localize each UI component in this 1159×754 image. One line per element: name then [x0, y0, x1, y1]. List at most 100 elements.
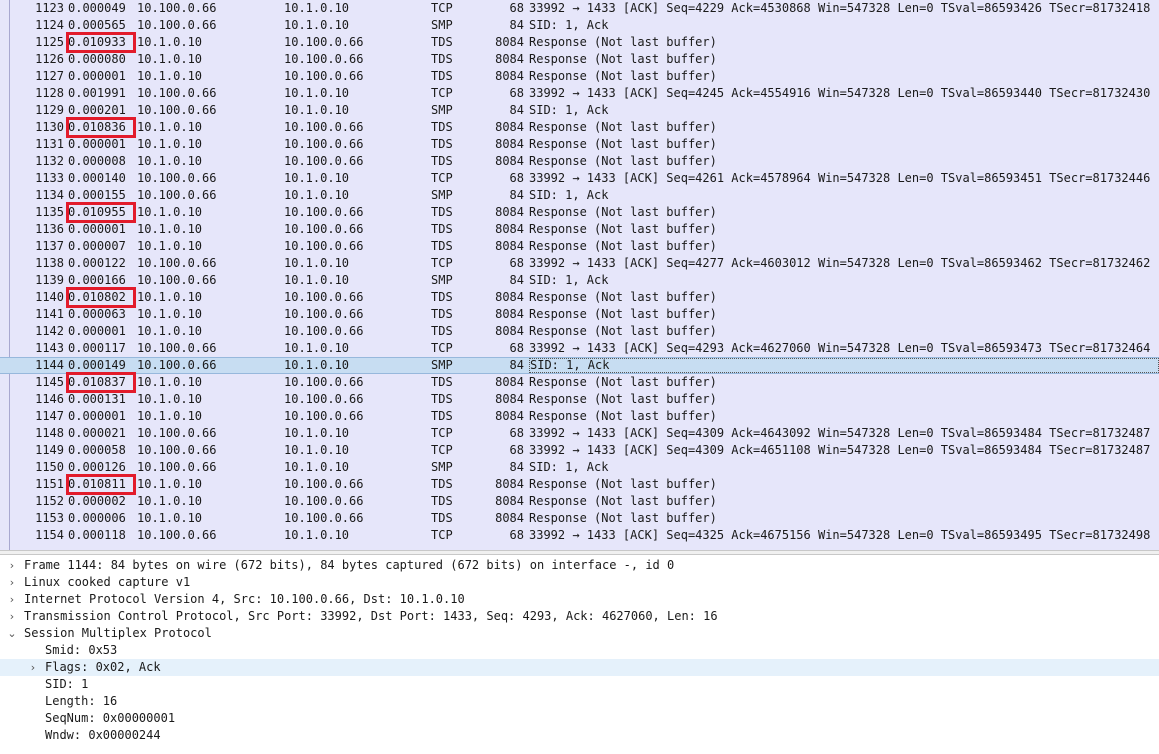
packet-protocol: TDS — [431, 324, 453, 338]
packet-row[interactable]: 1130 0.010836 10.1.0.10 10.100.0.66 TDS 8084 R… — [0, 117, 1159, 138]
packet-row[interactable]: 1141 0.000063 10.1.0.10 10.100.0.66 TDS 8084 R… — [0, 306, 1159, 323]
packet-row[interactable]: 1139 0.000166 10.100.0.66 10.1.0.10 SMP 84 SID… — [0, 272, 1159, 289]
packet-info: 33992 → 1433 [ACK] Seq=4325 Ack=4675156 … — [529, 528, 1151, 542]
packet-time: 0.000166 — [68, 273, 126, 287]
packet-row[interactable]: 1136 0.000001 10.1.0.10 10.100.0.66 TDS 8084 R… — [0, 221, 1159, 238]
packet-info: Response (Not last buffer) — [529, 477, 717, 491]
detail-row[interactable]: › Linux cooked capture v1 — [0, 574, 1159, 591]
chevron-down-icon[interactable]: ⌄ — [6, 625, 18, 642]
packet-row[interactable]: 1147 0.000001 10.1.0.10 10.100.0.66 TDS 8084 R… — [0, 408, 1159, 425]
packet-protocol: TDS — [431, 239, 453, 253]
packet-row-selected[interactable]: 1144 0.000149 10.100.0.66 10.1.0.10 SMP 84 SID… — [0, 357, 1159, 374]
detail-row[interactable]: SID: 1 — [0, 676, 1159, 693]
packet-destination: 10.1.0.10 — [284, 103, 350, 117]
packet-info: Response (Not last buffer) — [529, 494, 717, 508]
packet-row[interactable]: 1148 0.000021 10.100.0.66 10.1.0.10 TCP 68 339… — [0, 425, 1159, 442]
packet-row[interactable]: 1154 0.000118 10.100.0.66 10.1.0.10 TCP 68 339… — [0, 527, 1159, 544]
packet-row[interactable]: 1123 0.000049 10.100.0.66 10.1.0.10 TCP 68 339… — [0, 0, 1159, 17]
packet-info: Response (Not last buffer) — [529, 205, 717, 219]
packet-source: 10.1.0.10 — [137, 239, 203, 253]
packet-number: 1148 — [35, 426, 64, 440]
packet-number: 1135 — [35, 205, 64, 219]
packet-info: Response (Not last buffer) — [529, 154, 717, 168]
packet-number: 1145 — [35, 375, 64, 389]
packet-list[interactable]: 1123 0.000049 10.100.0.66 10.1.0.10 TCP 68 339… — [0, 0, 1159, 550]
packet-details-tree[interactable]: › Frame 1144: 84 bytes on wire (672 bits)… — [0, 555, 1159, 754]
packet-time: 0.000063 — [68, 307, 126, 321]
packet-protocol: TCP — [431, 86, 453, 100]
detail-row[interactable]: › Transmission Control Protocol, Src Port… — [0, 608, 1159, 625]
detail-row[interactable]: › Frame 1144: 84 bytes on wire (672 bits)… — [0, 557, 1159, 574]
packet-length: 84 — [509, 18, 524, 32]
packet-number: 1125 — [35, 35, 64, 49]
packet-protocol: TCP — [431, 341, 453, 355]
packet-time: 0.000007 — [68, 239, 126, 253]
packet-destination: 10.100.0.66 — [284, 239, 364, 253]
packet-number: 1123 — [35, 1, 64, 15]
packet-row[interactable]: 1131 0.000001 10.1.0.10 10.100.0.66 TDS 8084 R… — [0, 136, 1159, 153]
packet-source: 10.100.0.66 — [137, 188, 217, 202]
packet-row[interactable]: 1125 0.010933 10.1.0.10 10.100.0.66 TDS 8084 R… — [0, 32, 1159, 53]
detail-row[interactable]: Length: 16 — [0, 693, 1159, 710]
packet-row[interactable]: 1142 0.000001 10.1.0.10 10.100.0.66 TDS 8084 R… — [0, 323, 1159, 340]
packet-length: 8084 — [495, 375, 524, 389]
packet-row[interactable]: 1149 0.000058 10.100.0.66 10.1.0.10 TCP 68 339… — [0, 442, 1159, 459]
detail-row[interactable]: Smid: 0x53 — [0, 642, 1159, 659]
packet-row[interactable]: 1126 0.000080 10.1.0.10 10.100.0.66 TDS 8084 R… — [0, 51, 1159, 68]
packet-length: 84 — [509, 358, 524, 372]
chevron-right-icon[interactable]: › — [6, 574, 18, 591]
detail-text: Linux cooked capture v1 — [24, 575, 191, 589]
chevron-right-icon[interactable]: › — [6, 557, 18, 574]
chevron-right-icon[interactable]: › — [6, 591, 18, 608]
detail-text: SID: 1 — [45, 677, 89, 691]
packet-row[interactable]: 1138 0.000122 10.100.0.66 10.1.0.10 TCP 68 339… — [0, 255, 1159, 272]
packet-time-highlighted: 0.010802 — [66, 287, 136, 308]
packet-row[interactable]: 1145 0.010837 10.1.0.10 10.100.0.66 TDS 8084 R… — [0, 372, 1159, 393]
packet-row[interactable]: 1151 0.010811 10.1.0.10 10.100.0.66 TDS 8084 R… — [0, 474, 1159, 495]
packet-destination: 10.100.0.66 — [284, 375, 364, 389]
packet-row[interactable]: 1128 0.001991 10.100.0.66 10.1.0.10 TCP 68 339… — [0, 85, 1159, 102]
packet-number: 1131 — [35, 137, 64, 151]
detail-row[interactable]: ⌄ Session Multiplex Protocol — [0, 625, 1159, 642]
packet-destination: 10.100.0.66 — [284, 409, 364, 423]
packet-row[interactable]: 1129 0.000201 10.100.0.66 10.1.0.10 SMP 84 SID… — [0, 102, 1159, 119]
packet-row[interactable]: 1140 0.010802 10.1.0.10 10.100.0.66 TDS 8084 R… — [0, 287, 1159, 308]
packet-info: Response (Not last buffer) — [529, 307, 717, 321]
packet-row[interactable]: 1133 0.000140 10.100.0.66 10.1.0.10 TCP 68 339… — [0, 170, 1159, 187]
packet-destination: 10.100.0.66 — [284, 307, 364, 321]
packet-row[interactable]: 1132 0.000008 10.1.0.10 10.100.0.66 TDS 8084 R… — [0, 153, 1159, 170]
packet-time: 0.000126 — [68, 460, 126, 474]
packet-source: 10.1.0.10 — [137, 52, 203, 66]
packet-time-highlighted: 0.010837 — [66, 372, 136, 393]
chevron-right-icon[interactable]: › — [27, 659, 39, 676]
packet-length: 84 — [509, 460, 524, 474]
packet-row[interactable]: 1153 0.000006 10.1.0.10 10.100.0.66 TDS 8084 R… — [0, 510, 1159, 527]
packet-row[interactable]: 1152 0.000002 10.1.0.10 10.100.0.66 TDS 8084 R… — [0, 493, 1159, 510]
packet-protocol: TDS — [431, 137, 453, 151]
packet-number: 1154 — [35, 528, 64, 542]
packet-row[interactable]: 1124 0.000565 10.100.0.66 10.1.0.10 SMP 84 SID… — [0, 17, 1159, 34]
packet-row[interactable]: 1143 0.000117 10.100.0.66 10.1.0.10 TCP 68 339… — [0, 340, 1159, 357]
detail-row[interactable]: SeqNum: 0x00000001 — [0, 710, 1159, 727]
packet-row[interactable]: 1135 0.010955 10.1.0.10 10.100.0.66 TDS 8084 R… — [0, 202, 1159, 223]
detail-row[interactable]: › Internet Protocol Version 4, Src: 10.10… — [0, 591, 1159, 608]
detail-row[interactable]: Wndw: 0x00000244 — [0, 727, 1159, 744]
detail-row[interactable]: › Flags: 0x02, Ack — [0, 659, 1159, 676]
packet-destination: 10.100.0.66 — [284, 120, 364, 134]
packet-row[interactable]: 1134 0.000155 10.100.0.66 10.1.0.10 SMP 84 SID… — [0, 187, 1159, 204]
packet-row[interactable]: 1127 0.000001 10.1.0.10 10.100.0.66 TDS 8084 R… — [0, 68, 1159, 85]
packet-protocol: TCP — [431, 1, 453, 15]
packet-row[interactable]: 1146 0.000131 10.1.0.10 10.100.0.66 TDS 8084 R… — [0, 391, 1159, 408]
packet-row[interactable]: 1150 0.000126 10.100.0.66 10.1.0.10 SMP 84 SID… — [0, 459, 1159, 476]
packet-info: Response (Not last buffer) — [529, 69, 717, 83]
packet-protocol: TDS — [431, 222, 453, 236]
packet-info: 33992 → 1433 [ACK] Seq=4309 Ack=4651108 … — [529, 443, 1151, 457]
packet-source: 10.1.0.10 — [137, 477, 203, 491]
packet-time: 0.000001 — [68, 409, 126, 423]
chevron-right-icon[interactable]: › — [6, 608, 18, 625]
packet-time: 0.000008 — [68, 154, 126, 168]
packet-length: 68 — [509, 171, 524, 185]
packet-row[interactable]: 1137 0.000007 10.1.0.10 10.100.0.66 TDS 8084 R… — [0, 238, 1159, 255]
packet-number: 1140 — [35, 290, 64, 304]
packet-source: 10.1.0.10 — [137, 324, 203, 338]
